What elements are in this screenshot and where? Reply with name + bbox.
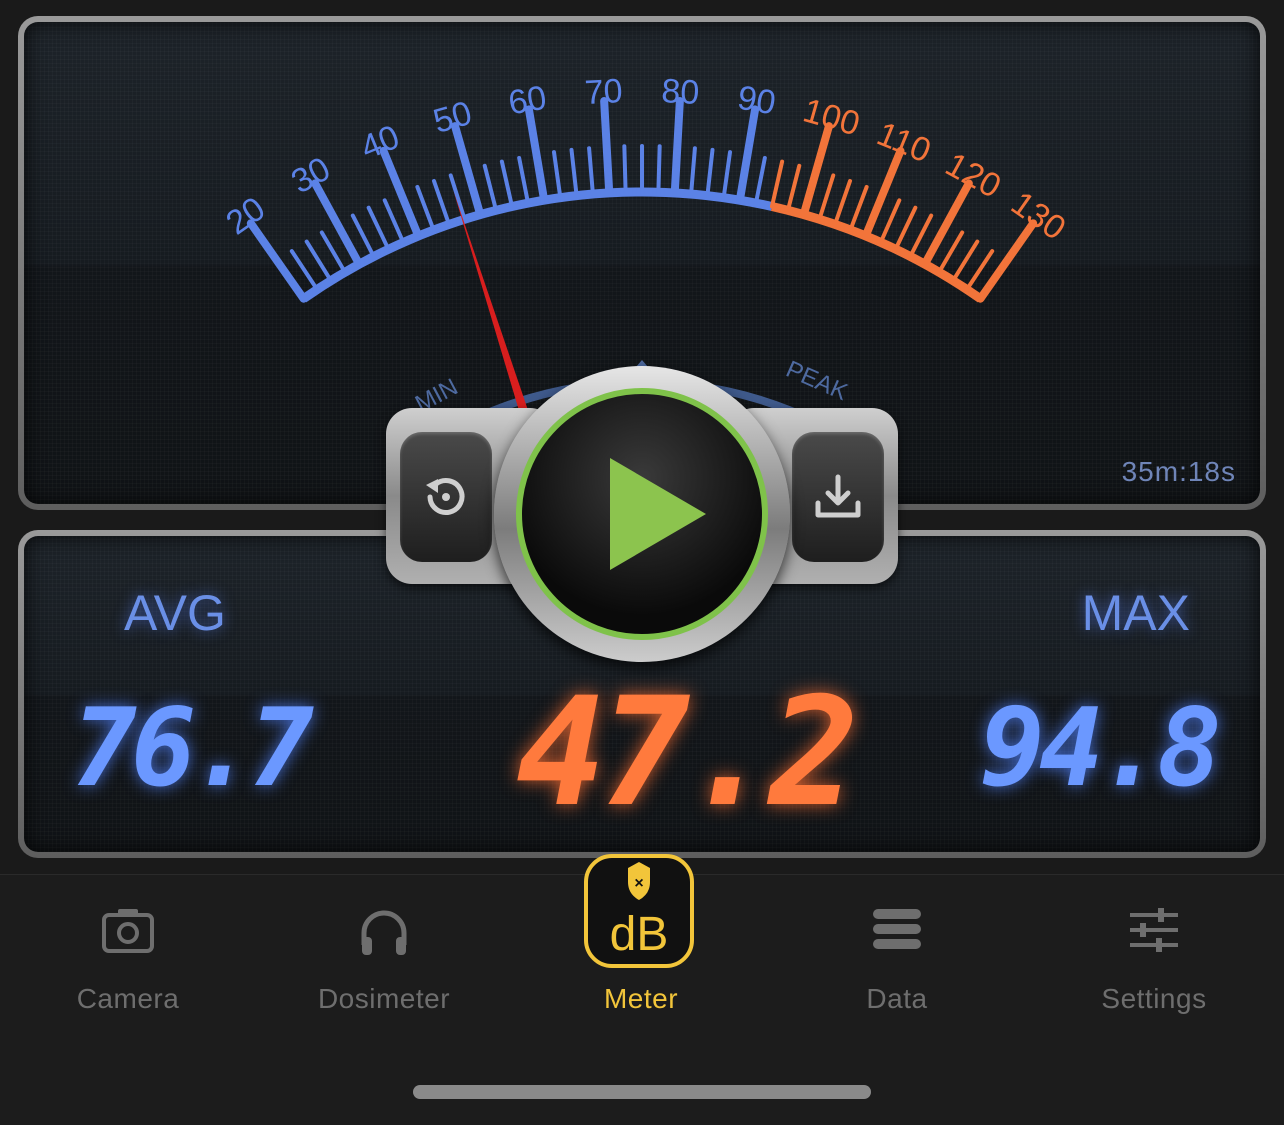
- tab-camera[interactable]: Camera: [0, 875, 256, 1035]
- sliders-icon: [1130, 908, 1178, 952]
- gauge-tick: [382, 198, 406, 245]
- meter-tab-badge[interactable]: × dB: [584, 854, 694, 968]
- gauge-tick: [366, 205, 391, 252]
- gauge-tick: [785, 163, 802, 213]
- reset-button[interactable]: [400, 432, 492, 562]
- camera-icon: [102, 909, 154, 953]
- tab-settings[interactable]: Settings: [1026, 875, 1282, 1035]
- db-badge-text: dB: [610, 908, 669, 961]
- gauge-tick: [415, 184, 436, 233]
- gauge-tick: [431, 178, 452, 227]
- current-level-value: 47.2: [516, 666, 859, 840]
- gauge-scale-label: 20: [219, 190, 272, 243]
- gauge-tick: [656, 144, 662, 195]
- gauge-tick: [735, 105, 760, 205]
- gauge-tick: [769, 159, 785, 209]
- gauge-tick: [832, 178, 853, 227]
- reset-icon: [426, 478, 465, 515]
- gauge-scale-label: 60: [506, 79, 550, 123]
- tab-meter-label: Meter: [603, 983, 679, 1014]
- gauge-tick: [569, 147, 579, 198]
- gauge-scale-label: 90: [735, 79, 779, 123]
- home-indicator[interactable]: [413, 1085, 871, 1099]
- gauge-scale-label: 110: [872, 115, 937, 171]
- tab-settings-label: Settings: [1101, 983, 1207, 1014]
- gauge-tick: [517, 155, 531, 206]
- gauge-tick: [893, 205, 918, 252]
- elapsed-timer: 35m:18s: [1121, 456, 1236, 487]
- max-label: MAX: [1081, 585, 1190, 641]
- gauge-tick: [878, 198, 902, 245]
- gauge-tick: [976, 219, 1038, 303]
- gauge-scale-label: 80: [660, 72, 700, 112]
- gauge-tick: [705, 147, 715, 198]
- gauge-scale-label: 50: [429, 94, 476, 141]
- tab-dosimeter-label: Dosimeter: [317, 983, 451, 1014]
- avg-label: AVG: [124, 585, 226, 641]
- gauge-tick: [622, 144, 628, 195]
- gauge-tick: [499, 159, 515, 209]
- tab-data-label: Data: [866, 983, 928, 1014]
- gauge-tick: [600, 97, 614, 197]
- db-shield-icon: × dB: [610, 862, 669, 961]
- gauge-scale-label: 30: [285, 150, 336, 201]
- gauge-tick: [587, 146, 595, 197]
- download-icon: [815, 474, 861, 518]
- headphones-icon: [361, 910, 407, 955]
- gauge-tick: [848, 184, 869, 233]
- gauge-scale-label: 40: [355, 118, 404, 168]
- gauge-tick: [920, 179, 973, 269]
- gauge-tick: [817, 173, 836, 222]
- gauge-tick: [311, 179, 364, 269]
- gauge-tick: [551, 150, 563, 200]
- play-button[interactable]: [516, 388, 768, 640]
- tab-camera-label: Camera: [76, 983, 180, 1014]
- gauge-scale-label: 130: [1004, 184, 1072, 248]
- gauge-normal-arc: [301, 187, 773, 303]
- gauge-tick: [753, 155, 767, 206]
- save-button[interactable]: [792, 432, 884, 562]
- max-value: 94.8: [979, 686, 1222, 811]
- gauge-scale-label: 70: [584, 72, 624, 112]
- list-icon: [873, 909, 921, 949]
- gauge-tick: [482, 163, 499, 213]
- svg-text:×: ×: [634, 875, 643, 892]
- play-icon: [610, 458, 706, 570]
- gauge-scale-label: 120: [939, 145, 1007, 206]
- gauge-tick: [448, 173, 467, 222]
- tab-data[interactable]: Data: [769, 875, 1025, 1035]
- avg-value: 76.7: [72, 686, 314, 811]
- tab-dosimeter[interactable]: Dosimeter: [256, 875, 512, 1035]
- gauge-tick: [304, 239, 333, 283]
- gauge-tick: [861, 146, 905, 241]
- gauge-tick: [670, 97, 684, 197]
- gauge-tick: [951, 239, 980, 283]
- gauge-tick: [721, 150, 733, 200]
- gauge-tick: [689, 146, 697, 197]
- gauge-tick: [524, 105, 549, 205]
- gauge-scale-label: 100: [799, 91, 864, 143]
- gauge-tick: [379, 146, 423, 241]
- peak-label: PEAK: [782, 356, 851, 406]
- gauge-tick: [246, 219, 308, 303]
